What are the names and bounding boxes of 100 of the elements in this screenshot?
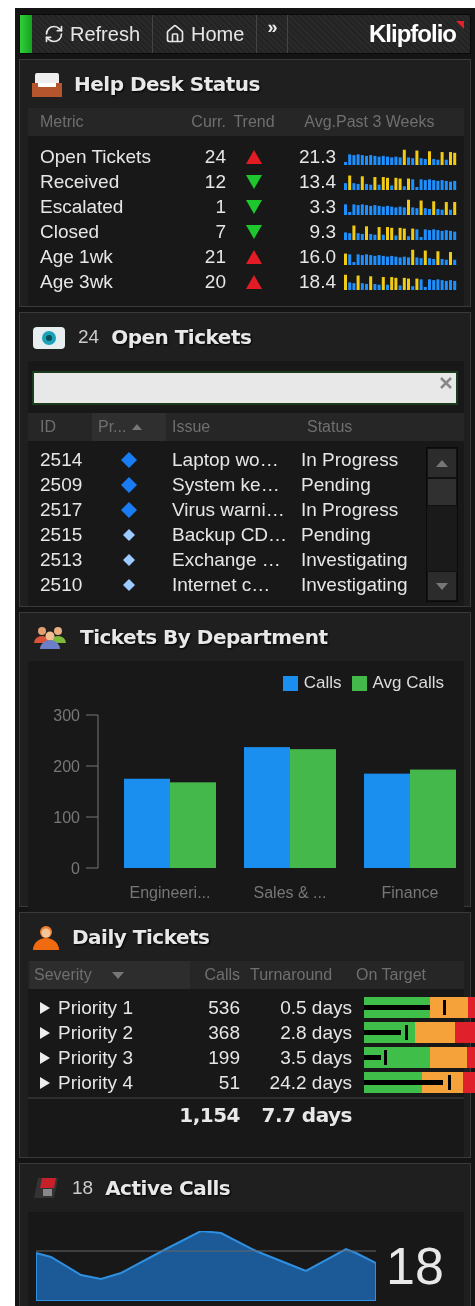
scroll-down-button[interactable] — [427, 571, 457, 601]
panel-title: Active Calls — [105, 1176, 231, 1200]
axis-label: Sales & ... — [253, 884, 327, 901]
status-text: In Progress — [301, 498, 400, 521]
calls-value: 536 — [207, 996, 240, 1019]
issue-text: Laptop wo… — [171, 448, 280, 471]
active-calls-value: 18 — [386, 1236, 444, 1296]
legend-item: Calls — [282, 673, 342, 693]
axis-label: 200 — [53, 758, 80, 775]
search-field[interactable] — [32, 371, 458, 405]
column-header: Past 3 Weeks — [336, 113, 436, 131]
expand-icon[interactable] — [40, 1051, 50, 1064]
axis-label: 300 — [53, 707, 80, 724]
average-value: 16.0 — [298, 245, 336, 268]
status-text: Pending — [301, 473, 372, 496]
status-text: Investigating — [301, 548, 409, 571]
home-icon — [165, 24, 186, 44]
ticket-id: 2510 — [40, 573, 84, 596]
ticket-id: 2515 — [40, 523, 84, 546]
dropdown-icon — [111, 971, 124, 979]
metric-name: Escalated — [40, 195, 125, 218]
issue-text: Virus warni… — [171, 498, 286, 521]
priority-label[interactable]: Priority 3 — [40, 1046, 190, 1069]
turnaround-value: 2.8 days — [279, 1021, 352, 1044]
calls-value: 51 — [217, 1071, 240, 1094]
inbox-icon — [32, 71, 62, 97]
column-header: Turnaround — [249, 966, 334, 984]
column-header: Avg. — [303, 113, 336, 131]
priority-label[interactable]: Priority 1 — [40, 996, 190, 1019]
issue-text: Exchange … — [171, 548, 282, 571]
sort-arrow-icon — [132, 424, 143, 430]
ticket-count: 24 — [78, 326, 100, 348]
status-text: Pending — [301, 523, 372, 546]
column-header: Calls — [203, 966, 240, 984]
status-text: In Progress — [301, 448, 400, 471]
expand-icon[interactable] — [40, 1026, 50, 1039]
current-value: 21 — [203, 245, 226, 268]
scroll-down-icon[interactable] — [436, 582, 448, 590]
metric-name: Open Tickets — [40, 145, 152, 168]
column-header: Curr. — [190, 113, 226, 131]
ticket-id: 2517 — [40, 498, 84, 521]
average-value: 9.3 — [308, 220, 336, 243]
logo: Klipfolio — [369, 20, 456, 48]
axis-label: 0 — [71, 860, 80, 877]
expand-icon[interactable] — [40, 1076, 50, 1089]
person-icon — [32, 924, 60, 950]
turnaround-value: 0.5 days — [279, 996, 352, 1019]
panel-title: Daily Tickets — [72, 925, 210, 949]
expand-icon[interactable] — [40, 1001, 50, 1014]
average-value: 18.4 — [298, 270, 336, 293]
more-button[interactable]: » — [257, 15, 289, 53]
issue-text: Internet c… — [171, 573, 272, 596]
ticket-id: 2513 — [40, 548, 84, 571]
issue-text: System ke… — [171, 473, 281, 496]
ticket-id: 2514 — [40, 448, 84, 471]
axis-label: Engineeri... — [129, 884, 211, 901]
total-calls: 1,154 — [178, 1103, 240, 1127]
refresh-button[interactable]: Refresh — [32, 15, 154, 53]
current-value: 7 — [214, 220, 226, 243]
turnaround-value: 3.5 days — [279, 1046, 352, 1069]
axis-label: 100 — [53, 809, 80, 826]
issue-text: Backup CD… — [171, 523, 289, 546]
current-value: 20 — [203, 270, 226, 293]
phone-icon — [32, 1176, 60, 1200]
current-value: 24 — [203, 145, 226, 168]
column-header: On Target — [355, 966, 427, 984]
status-text: Investigating — [301, 573, 409, 596]
panel-title: Help Desk Status — [74, 72, 260, 96]
people-icon — [32, 625, 68, 649]
scrollbar[interactable] — [426, 447, 458, 602]
average-value: 13.4 — [298, 170, 336, 193]
scroll-thumb[interactable] — [427, 478, 457, 506]
panel-title: Open Tickets — [111, 325, 252, 349]
priority-label[interactable]: Priority 2 — [40, 1021, 190, 1044]
metric-name: Received — [40, 170, 121, 193]
current-value: 1 — [214, 195, 226, 218]
home-button[interactable]: Home — [153, 15, 258, 53]
metric-name: Closed — [40, 220, 101, 243]
priority-label[interactable]: Priority 4 — [40, 1071, 190, 1094]
close-icon[interactable] — [440, 377, 452, 389]
column-header: Metric — [40, 113, 85, 131]
total-turnaround: 7.7 days — [260, 1103, 352, 1127]
average-value: 3.3 — [308, 195, 336, 218]
average-value: 21.3 — [298, 145, 336, 168]
ticket-id: 2509 — [40, 473, 84, 496]
call-count: 18 — [72, 1177, 94, 1199]
column-header: Trend — [232, 113, 276, 131]
legend-item: Avg Calls — [351, 673, 444, 693]
axis-label: Finance — [381, 884, 439, 901]
refresh-icon — [44, 24, 64, 44]
turnaround-value: 24.2 days — [268, 1071, 352, 1094]
calls-value: 368 — [207, 1021, 240, 1044]
logo-mark-icon — [456, 21, 464, 29]
panel-title: Tickets By Department — [80, 625, 328, 649]
metric-name: Age 1wk — [40, 245, 114, 268]
calls-value: 199 — [207, 1046, 240, 1069]
metric-name: Age 3wk — [40, 270, 114, 293]
scroll-up-button[interactable] — [427, 448, 457, 478]
scroll-up-icon[interactable] — [436, 459, 448, 467]
current-value: 12 — [203, 170, 226, 193]
